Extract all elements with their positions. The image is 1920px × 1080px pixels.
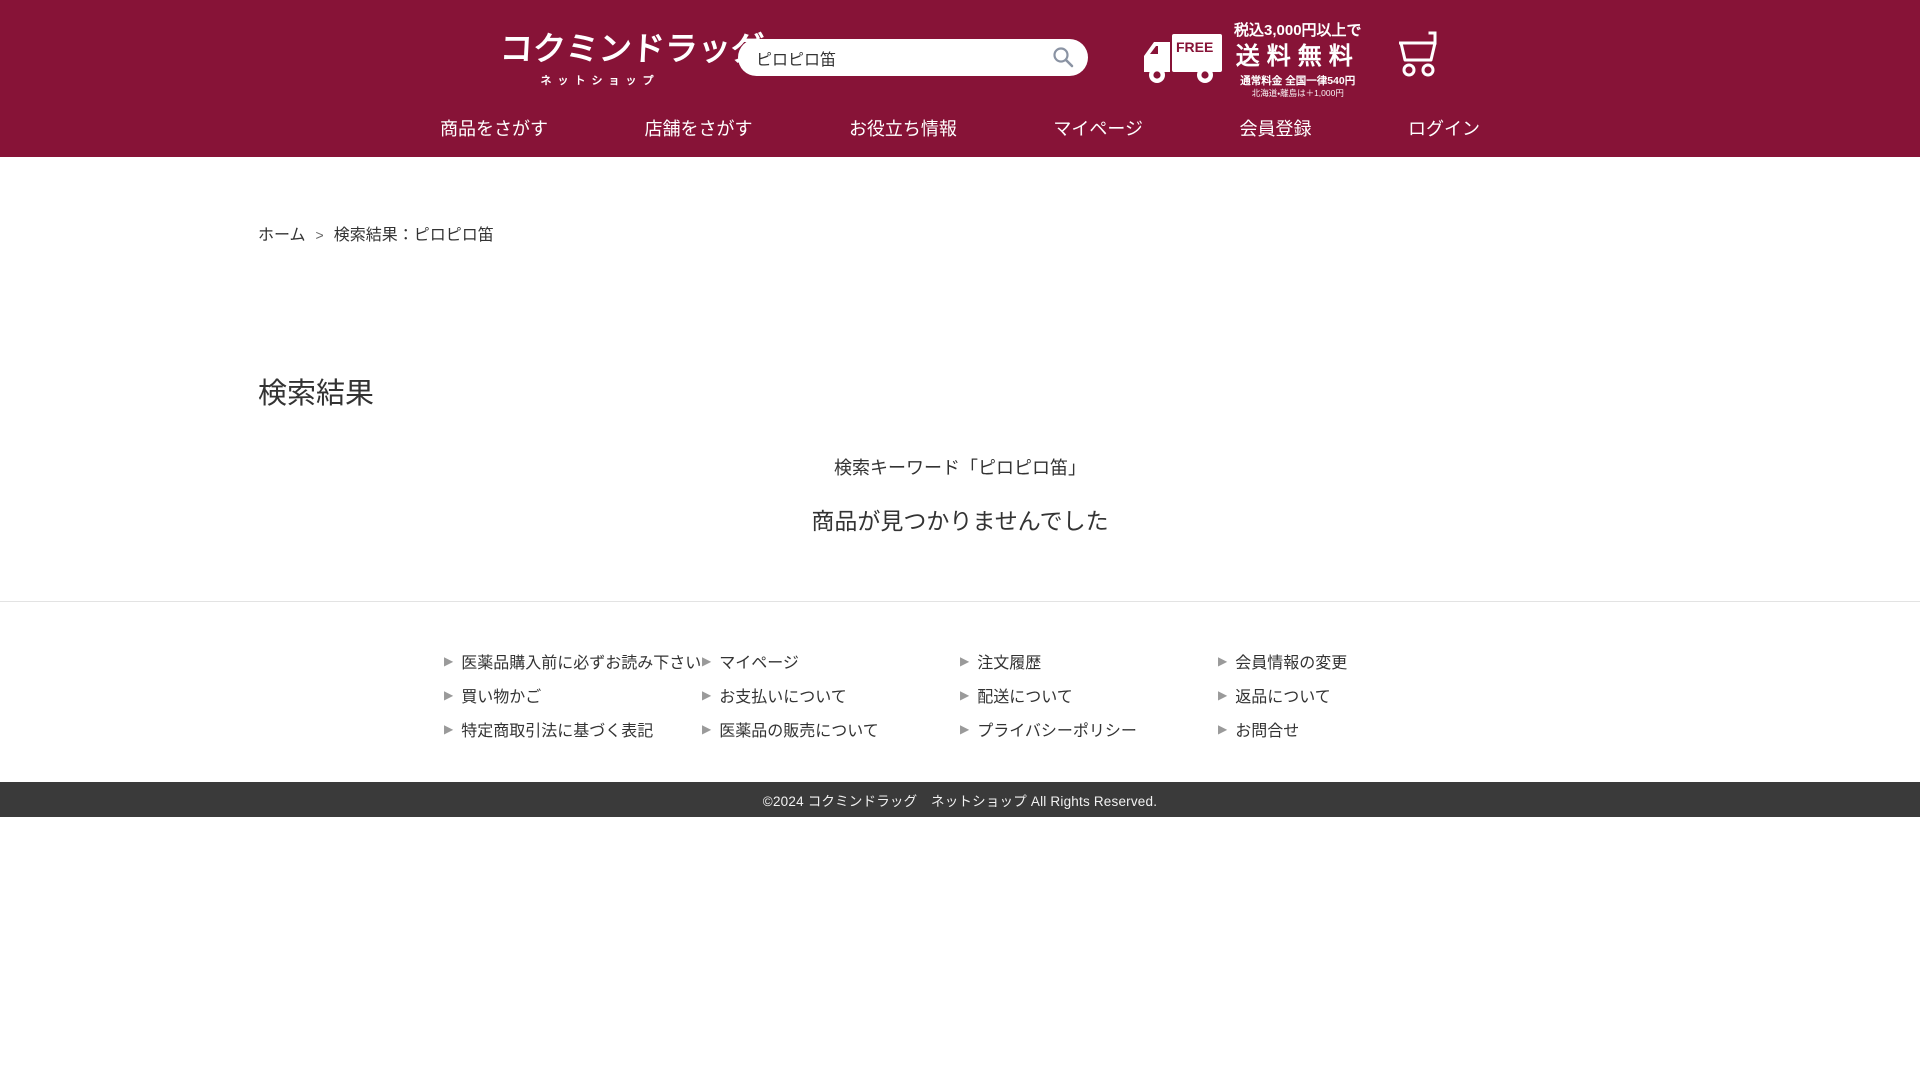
arrow-icon: ▶ bbox=[960, 688, 970, 702]
footer-link-legal[interactable]: ▶ 特定商取引法に基づく表記 bbox=[444, 712, 702, 746]
arrow-icon: ▶ bbox=[960, 654, 970, 668]
arrow-icon: ▶ bbox=[1218, 688, 1228, 702]
truck-icon: FREE bbox=[1140, 32, 1224, 89]
main-content: ホーム > 検索結果：ピロピロ笛 検索結果 検索キーワード「ピロピロ笛」 商品が見つ… bbox=[0, 157, 1920, 601]
breadcrumb: ホーム > 検索結果：ピロピロ笛 bbox=[0, 157, 1920, 245]
footer-link-label: 配送について bbox=[977, 689, 1073, 706]
nav-item-stores[interactable]: 店舗をさがす bbox=[644, 115, 752, 141]
nav-item-register[interactable]: 会員登録 bbox=[1240, 115, 1312, 141]
footer-link-order-history[interactable]: ▶ 注文履歴 bbox=[960, 644, 1218, 678]
footer-links: ▶ 医薬品購入前に必ずお読み下さい ▶ 買い物かご ▶ 特定商取引法に基づく表記 ▶ マ… bbox=[444, 644, 1476, 746]
shipping-line4: 北海道・離島は＋1,000円 bbox=[1251, 87, 1344, 98]
shipping-line2: 送料無料 bbox=[1235, 42, 1360, 70]
footer-link-label: 返品について bbox=[1235, 689, 1331, 706]
footer-link-label: 買い物かご bbox=[461, 689, 542, 706]
search-icon bbox=[1051, 46, 1075, 72]
shipping-text: 税込3,000円以上で 送料無料 通常料金 全国一律540円 北海道・離島は＋1… bbox=[1234, 22, 1362, 99]
arrow-icon: ▶ bbox=[702, 688, 712, 702]
footer-link-label: 注文履歴 bbox=[977, 655, 1042, 672]
truck-free-label: FREE bbox=[1176, 39, 1213, 55]
breadcrumb-separator: > bbox=[315, 227, 324, 243]
logo-title: コクミンドラッグ bbox=[498, 30, 765, 67]
arrow-icon: ▶ bbox=[702, 722, 712, 736]
footer-link-label: プライバシーポリシー bbox=[977, 723, 1137, 740]
nav-item-login[interactable]: ログイン bbox=[1408, 115, 1480, 141]
footer-link-before-purchase[interactable]: ▶ 医薬品購入前に必ずお読み下さい bbox=[444, 644, 702, 678]
footer-link-privacy[interactable]: ▶ プライバシーポリシー bbox=[960, 712, 1218, 746]
cart-icon bbox=[1392, 31, 1444, 84]
shipping-line1: 税込3,000円以上で bbox=[1234, 22, 1362, 39]
footer-link-returns[interactable]: ▶ 返品について bbox=[1218, 678, 1476, 712]
search-button[interactable] bbox=[1050, 45, 1076, 71]
free-shipping-banner: FREE 税込3,000円以上で 送料無料 通常料金 全国一律540円 北海道・… bbox=[1140, 22, 1362, 99]
nav-item-products[interactable]: 商品をさがす bbox=[440, 115, 548, 141]
footer-link-label: お支払いについて bbox=[719, 689, 847, 706]
footer-link-contact[interactable]: ▶ お問合せ bbox=[1218, 712, 1476, 746]
copyright-text: ©2024 コクミンドラッグ ネットショップ All Rights Reserv… bbox=[762, 793, 1158, 809]
page-title: 検索結果 bbox=[258, 378, 375, 410]
arrow-icon: ▶ bbox=[702, 654, 712, 668]
footer-column-3: ▶ 注文履歴 ▶ 配送について ▶ プライバシーポリシー bbox=[960, 644, 1218, 746]
footer-column-2: ▶ マイページ ▶ お支払いについて ▶ 医薬品の販売について bbox=[702, 644, 960, 746]
footer-link-label: マイページ bbox=[719, 655, 799, 672]
main-nav: 商品をさがす 店舗をさがす お役立ち情報 マイページ 会員登録 ログイン bbox=[440, 115, 1480, 141]
arrow-icon: ▶ bbox=[444, 688, 454, 702]
footer-link-label: 特定商取引法に基づく表記 bbox=[461, 723, 654, 740]
arrow-icon: ▶ bbox=[1218, 722, 1228, 736]
arrow-icon: ▶ bbox=[444, 654, 454, 668]
search-box bbox=[738, 39, 1088, 76]
footer-link-payment[interactable]: ▶ お支払いについて bbox=[702, 678, 960, 712]
nav-item-mypage[interactable]: マイページ bbox=[1053, 115, 1143, 141]
copyright-bar: ©2024 コクミンドラッグ ネットショップ All Rights Reserv… bbox=[0, 782, 1920, 817]
footer-column-4: ▶ 会員情報の変更 ▶ 返品について ▶ お問合せ bbox=[1218, 644, 1476, 746]
breadcrumb-current: 検索結果：ピロピロ笛 bbox=[333, 227, 494, 244]
footer-link-cart[interactable]: ▶ 買い物かご bbox=[444, 678, 702, 712]
arrow-icon: ▶ bbox=[444, 722, 454, 736]
footer-link-mypage[interactable]: ▶ マイページ bbox=[702, 644, 960, 678]
shipping-line3: 通常料金 全国一律540円 bbox=[1240, 74, 1356, 87]
footer-link-label: 医薬品購入前に必ずお読み下さい bbox=[461, 655, 702, 672]
nav-item-info[interactable]: お役立ち情報 bbox=[849, 115, 957, 141]
arrow-icon: ▶ bbox=[960, 722, 970, 736]
logo-subtitle: ネットショップ bbox=[540, 75, 660, 87]
cart-button[interactable] bbox=[1392, 30, 1444, 85]
page: コクミンドラッグ ネットショップ FREE bbox=[0, 0, 1920, 1080]
site-header: コクミンドラッグ ネットショップ FREE bbox=[0, 0, 1920, 157]
breadcrumb-home[interactable]: ホーム bbox=[258, 227, 306, 244]
site-footer: ▶ 医薬品購入前に必ずお読み下さい ▶ 買い物かご ▶ 特定商取引法に基づく表記 ▶ マ… bbox=[0, 601, 1920, 817]
search-keyword-line: 検索キーワード「ピロピロ笛」 bbox=[834, 458, 1086, 478]
footer-link-label: 医薬品の販売について bbox=[719, 723, 879, 740]
footer-link-label: お問合せ bbox=[1235, 723, 1300, 740]
footer-link-drug-sales[interactable]: ▶ 医薬品の販売について bbox=[702, 712, 960, 746]
footer-link-label: 会員情報の変更 bbox=[1235, 655, 1348, 672]
arrow-icon: ▶ bbox=[1218, 654, 1228, 668]
site-logo[interactable]: コクミンドラッグ ネットショップ bbox=[498, 22, 765, 88]
no-results-message: 商品が見つかりませんでした bbox=[811, 508, 1109, 534]
footer-column-1: ▶ 医薬品購入前に必ずお読み下さい ▶ 買い物かご ▶ 特定商取引法に基づく表記 bbox=[444, 644, 702, 746]
search-input[interactable] bbox=[756, 48, 1050, 67]
footer-link-member-info[interactable]: ▶ 会員情報の変更 bbox=[1218, 644, 1476, 678]
footer-link-delivery[interactable]: ▶ 配送について bbox=[960, 678, 1218, 712]
